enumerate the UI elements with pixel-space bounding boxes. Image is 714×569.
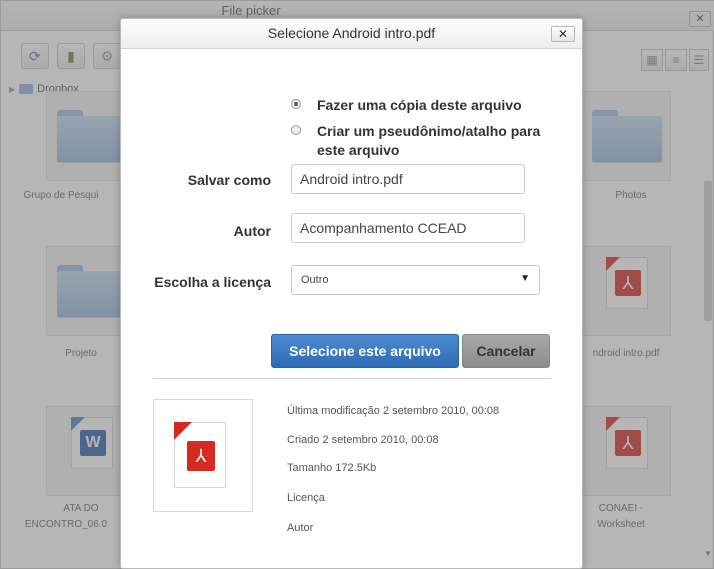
dialog-close-button[interactable]: ✕ bbox=[551, 26, 575, 42]
chevron-down-icon: ▼ bbox=[520, 273, 530, 284]
cancel-button[interactable]: Cancelar bbox=[462, 334, 550, 368]
save-as-input[interactable] bbox=[291, 164, 525, 194]
info-modified: Última modificação 2 setembro 2010, 00:0… bbox=[287, 405, 500, 417]
info-license: Licença bbox=[287, 492, 325, 504]
license-select[interactable]: Outro ▼ bbox=[291, 265, 540, 295]
select-file-button[interactable]: Selecione este arquivo bbox=[271, 334, 459, 368]
radio-copy[interactable] bbox=[291, 99, 301, 109]
author-label: Autor bbox=[233, 223, 271, 239]
select-file-dialog: Selecione Android intro.pdf ✕ Fazer uma … bbox=[120, 18, 583, 569]
close-icon: ✕ bbox=[557, 27, 569, 41]
option-copy[interactable]: Fazer uma cópia deste arquivo bbox=[291, 96, 547, 115]
license-label: Escolha a licença bbox=[154, 274, 271, 290]
save-as-label: Salvar como bbox=[187, 172, 271, 188]
info-author: Autor bbox=[287, 522, 314, 534]
dialog-title: Selecione Android intro.pdf bbox=[267, 25, 436, 41]
author-input[interactable] bbox=[291, 213, 525, 243]
info-created: Criado 2 setembro 2010, 00:08 bbox=[287, 434, 439, 446]
license-select-value: Outro bbox=[301, 274, 329, 286]
option-alias[interactable]: Criar um pseudônimo/atalho para este arq… bbox=[291, 122, 547, 160]
pdf-file-icon: ⅄ bbox=[174, 422, 226, 488]
divider bbox=[153, 378, 551, 379]
dialog-header: Selecione Android intro.pdf ✕ bbox=[121, 19, 582, 49]
radio-alias[interactable] bbox=[291, 125, 301, 135]
option-alias-label: Criar um pseudônimo/atalho para este arq… bbox=[317, 123, 541, 158]
option-copy-label: Fazer uma cópia deste arquivo bbox=[317, 97, 522, 113]
info-size: Tamanho 172.5Kb bbox=[287, 462, 377, 474]
file-thumbnail: ⅄ bbox=[153, 399, 253, 512]
